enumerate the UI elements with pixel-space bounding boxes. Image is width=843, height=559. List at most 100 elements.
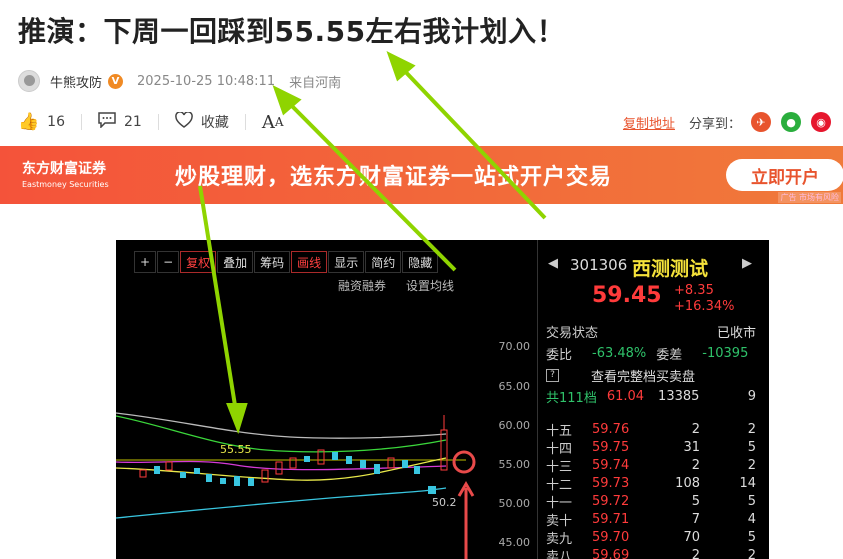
verified-badge-icon: V — [108, 73, 124, 89]
thumbs-up-icon: 👍 — [18, 112, 40, 132]
level-count: 5 — [747, 439, 756, 455]
target-circle — [452, 450, 476, 474]
weicha-value: -10395 — [702, 345, 749, 361]
level-label: 十一 — [546, 495, 573, 511]
stock-chart-screenshot: + − 复权 叠加 筹码 画线 显示 简约 隐藏 融资融券 设置均线 70.00… — [116, 240, 769, 559]
level-volume: 2 — [691, 421, 700, 437]
order-book-row[interactable]: 十五 59.76 2 2 — [546, 420, 756, 439]
logo-en: Eastmoney Securities — [22, 180, 109, 189]
full-book-row[interactable]: ? 查看完整档买卖盘 — [546, 366, 695, 385]
post-location: 来自河南 — [289, 75, 342, 91]
comment-button[interactable]: 21 — [98, 111, 142, 133]
order-book-row[interactable]: 卖十 59.71 7 4 — [546, 510, 756, 529]
level-volume: 31 — [683, 439, 700, 455]
divider — [157, 114, 159, 130]
level-volume: 2 — [691, 457, 700, 473]
next-stock-icon[interactable]: ▶ — [742, 256, 752, 271]
font-size-button[interactable]: AA — [262, 112, 284, 133]
level-count: 2 — [747, 547, 756, 559]
prev-stock-icon[interactable]: ◀ — [548, 256, 558, 271]
level-label: 十五 — [546, 423, 573, 439]
share-label: 分享到： — [688, 116, 741, 132]
level-label: 卖十 — [546, 513, 573, 529]
level-label: 十四 — [546, 441, 573, 457]
order-book-row[interactable]: 卖九 59.70 70 5 — [546, 528, 756, 547]
level-price: 59.73 — [592, 475, 630, 491]
wechat-icon[interactable]: ● — [781, 112, 801, 132]
level-count: 4 — [747, 511, 756, 527]
level-label: 十二 — [546, 477, 573, 493]
arrow-head — [272, 85, 302, 116]
level-count: 14 — [739, 475, 756, 491]
ad-banner[interactable]: 东方财富证券 Eastmoney Securities 炒股理财，选东方财富证券… — [0, 146, 843, 204]
help-icon: ? — [546, 368, 559, 382]
change-pct: +16.34% — [674, 299, 735, 314]
divider — [81, 114, 82, 130]
share-feed-icon[interactable]: ✈ — [751, 112, 771, 132]
level-volume: 70 — [683, 529, 700, 545]
comment-icon — [98, 111, 116, 133]
change-abs: +8.35 — [674, 283, 714, 298]
comment-count: 21 — [124, 114, 142, 130]
weibi-value: -63.48% — [592, 345, 647, 361]
weibi-row: 委比 -63.48% 委差 -10395 — [546, 344, 756, 363]
summary-vol: 13385 — [658, 388, 700, 404]
share-bar: 复制地址 分享到： ✈ ● ◉ — [623, 110, 831, 134]
level-price: 59.76 — [592, 421, 630, 437]
level-count: 5 — [747, 493, 756, 509]
avatar[interactable] — [18, 70, 40, 92]
status-label: 交易状态 — [546, 325, 599, 341]
like-count: 16 — [47, 114, 65, 130]
low-label: 50.2 — [432, 496, 457, 509]
summary-label: 共111档 — [546, 390, 597, 406]
font-size-small: A — [274, 115, 284, 129]
favorite-button[interactable]: 收藏 — [175, 110, 229, 133]
order-book-row[interactable]: 卖八 59.69 2 2 — [546, 546, 756, 559]
ad-tag: 广告 市场有风险 — [778, 192, 841, 203]
order-book-row[interactable]: 十一 59.72 5 5 — [546, 492, 756, 511]
weicha-label: 委差 — [656, 347, 683, 363]
level-volume: 2 — [691, 547, 700, 559]
level-price: 59.70 — [592, 529, 630, 545]
copy-link-button[interactable]: 复制地址 — [623, 113, 675, 132]
level-price: 59.71 — [592, 511, 630, 527]
quote-panel: ◀ 301306 西测测试 ▶ 59.45 +8.35 +16.34% 交易状态… — [537, 240, 769, 559]
level-label: 十三 — [546, 459, 573, 475]
font-size-big: A — [261, 111, 275, 133]
action-bar: 👍 16 21 收藏 AA — [18, 110, 284, 134]
banner-slogan: 炒股理财，选东方财富证券一站式开户交易 — [175, 165, 613, 190]
level-price: 59.72 — [592, 493, 630, 509]
author-name[interactable]: 牛熊攻防 — [50, 72, 102, 91]
level-price: 59.75 — [592, 439, 630, 455]
open-account-button[interactable]: 立即开户 — [726, 159, 843, 191]
arrow-head — [386, 51, 416, 82]
book-summary-row: 共111档 61.04 13385 9 — [546, 387, 756, 406]
summary-n: 9 — [747, 388, 756, 404]
order-book-row[interactable]: 十三 59.74 2 2 — [546, 456, 756, 475]
weibi-label: 委比 — [546, 347, 573, 363]
heart-icon — [175, 110, 193, 133]
status-row: 交易状态 已收市 — [546, 322, 756, 341]
level-volume: 108 — [675, 475, 700, 491]
stock-name: 西测测试 — [632, 258, 709, 280]
ma-line-white — [116, 412, 447, 439]
level-count: 2 — [747, 457, 756, 473]
level-volume: 5 — [691, 493, 700, 509]
logo-cn: 东方财富证券 — [22, 161, 106, 177]
level-volume: 7 — [691, 511, 700, 527]
order-book-row[interactable]: 十四 59.75 31 5 — [546, 438, 756, 457]
full-book-link[interactable]: 查看完整档买卖盘 — [591, 366, 695, 385]
level-count: 2 — [747, 421, 756, 437]
candles — [139, 415, 448, 494]
summary-price: 61.04 — [606, 388, 645, 404]
stock-code: 301306 — [570, 256, 628, 274]
weibo-icon[interactable]: ◉ — [811, 112, 831, 132]
support-label: 55.55 — [220, 443, 252, 456]
favorite-label: 收藏 — [200, 115, 229, 131]
ma-line-green — [116, 415, 447, 453]
like-button[interactable]: 👍 16 — [18, 112, 65, 132]
kline-plot: 55.55 50.2 — [116, 412, 476, 559]
order-book-row[interactable]: 十二 59.73 108 14 — [546, 474, 756, 493]
ma-line-cyan — [116, 487, 447, 519]
post-datetime: 2025-10-25 10:48:11 — [137, 73, 276, 89]
